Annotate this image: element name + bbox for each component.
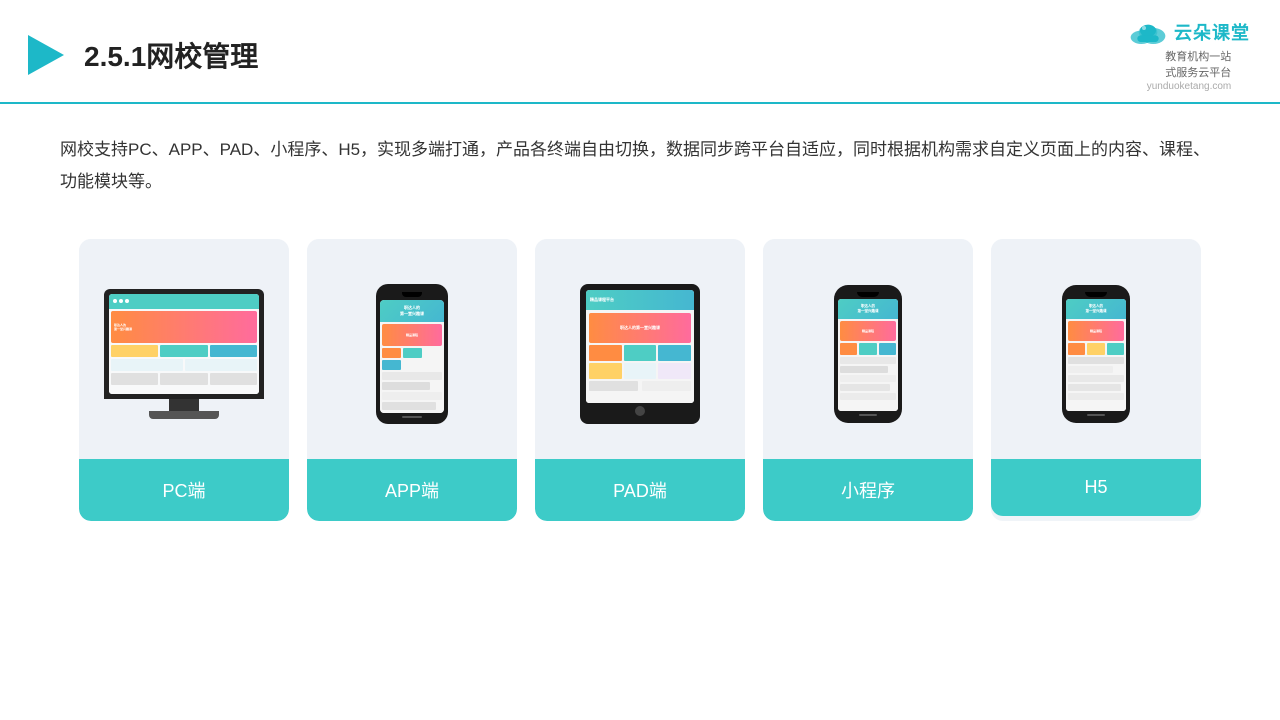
card-pc: 职达人的第一堂兴趣课: [79, 239, 289, 521]
pc-neck: [169, 399, 199, 411]
h5-phone-body: 职达人的第一堂兴趣课 精品课程: [1062, 285, 1130, 423]
miniprogram-phone-body: 职达人的第一堂兴趣课 精品课程: [834, 285, 902, 423]
header-left: 2.5.1网校管理: [20, 31, 258, 79]
logo-cloud: 云朵课堂: [1128, 18, 1250, 46]
card-app-image: 职达人的第一堂兴趣课 精品课程: [307, 239, 517, 459]
card-app-label: APP端: [307, 459, 517, 521]
card-pc-image: 职达人的第一堂兴趣课: [79, 239, 289, 459]
pad-device: 精品课程平台 职达人的第一堂兴趣课: [580, 284, 700, 424]
pc-monitor: 职达人的第一堂兴趣课: [104, 289, 264, 399]
pc-screen: 职达人的第一堂兴趣课: [109, 294, 259, 394]
logo-name: 云朵课堂: [1174, 19, 1250, 45]
card-h5-image: 职达人的第一堂兴趣课 精品课程: [991, 239, 1201, 459]
pc-base: [149, 411, 219, 419]
page-title: 2.5.1网校管理: [84, 35, 258, 75]
card-h5: 职达人的第一堂兴趣课 精品课程: [991, 239, 1201, 521]
app-phone-body: 职达人的第一堂兴趣课 精品课程: [376, 284, 448, 424]
logo-subtitle: 教育机构一站 式服务云平台: [1165, 48, 1231, 80]
cards-container: 职达人的第一堂兴趣课: [0, 209, 1280, 521]
card-miniprogram-image: 职达人的第一堂兴趣课 精品课程: [763, 239, 973, 459]
h5-phone-home-bar: [1087, 414, 1105, 416]
pad-body: 精品课程平台 职达人的第一堂兴趣课: [580, 284, 700, 424]
cloud-icon: [1128, 18, 1168, 46]
card-h5-label: H5: [991, 459, 1201, 516]
card-pc-label: PC端: [79, 459, 289, 521]
pad-home-button: [635, 406, 645, 416]
description-content: 网校支持PC、APP、PAD、小程序、H5，实现多端打通，产品各终端自由切换，数…: [60, 140, 1210, 191]
h5-phone-device: 职达人的第一堂兴趣课 精品课程: [1062, 285, 1130, 423]
h5-phone-screen: 职达人的第一堂兴趣课 精品课程: [1066, 299, 1126, 411]
description-text: 网校支持PC、APP、PAD、小程序、H5，实现多端打通，产品各终端自由切换，数…: [0, 104, 1280, 209]
card-miniprogram: 职达人的第一堂兴趣课 精品课程: [763, 239, 973, 521]
app-phone-notch: [402, 292, 422, 297]
card-pad: 精品课程平台 职达人的第一堂兴趣课: [535, 239, 745, 521]
miniprogram-phone-device: 职达人的第一堂兴趣课 精品课程: [834, 285, 902, 423]
miniprogram-phone-notch: [857, 292, 879, 297]
app-phone-home-bar: [402, 416, 422, 418]
miniprogram-phone-screen: 职达人的第一堂兴趣课 精品课程: [838, 299, 898, 411]
pc-device: 职达人的第一堂兴趣课: [104, 289, 264, 419]
app-phone-device: 职达人的第一堂兴趣课 精品课程: [376, 284, 448, 424]
app-phone-screen: 职达人的第一堂兴趣课 精品课程: [380, 300, 444, 413]
card-pad-image: 精品课程平台 职达人的第一堂兴趣课: [535, 239, 745, 459]
card-miniprogram-label: 小程序: [763, 459, 973, 521]
play-icon: [20, 31, 68, 79]
logo-url: yunduoketang.com: [1147, 81, 1232, 92]
page-header: 2.5.1网校管理 云朵课堂 教育机构一站 式服务云平台 yunduoketan…: [0, 0, 1280, 104]
card-app: 职达人的第一堂兴趣课 精品课程: [307, 239, 517, 521]
card-pad-label: PAD端: [535, 459, 745, 521]
pad-screen: 精品课程平台 职达人的第一堂兴趣课: [586, 290, 694, 403]
h5-phone-notch: [1085, 292, 1107, 297]
logo-area: 云朵课堂 教育机构一站 式服务云平台 yunduoketang.com: [1128, 18, 1250, 92]
miniprogram-phone-home-bar: [859, 414, 877, 416]
